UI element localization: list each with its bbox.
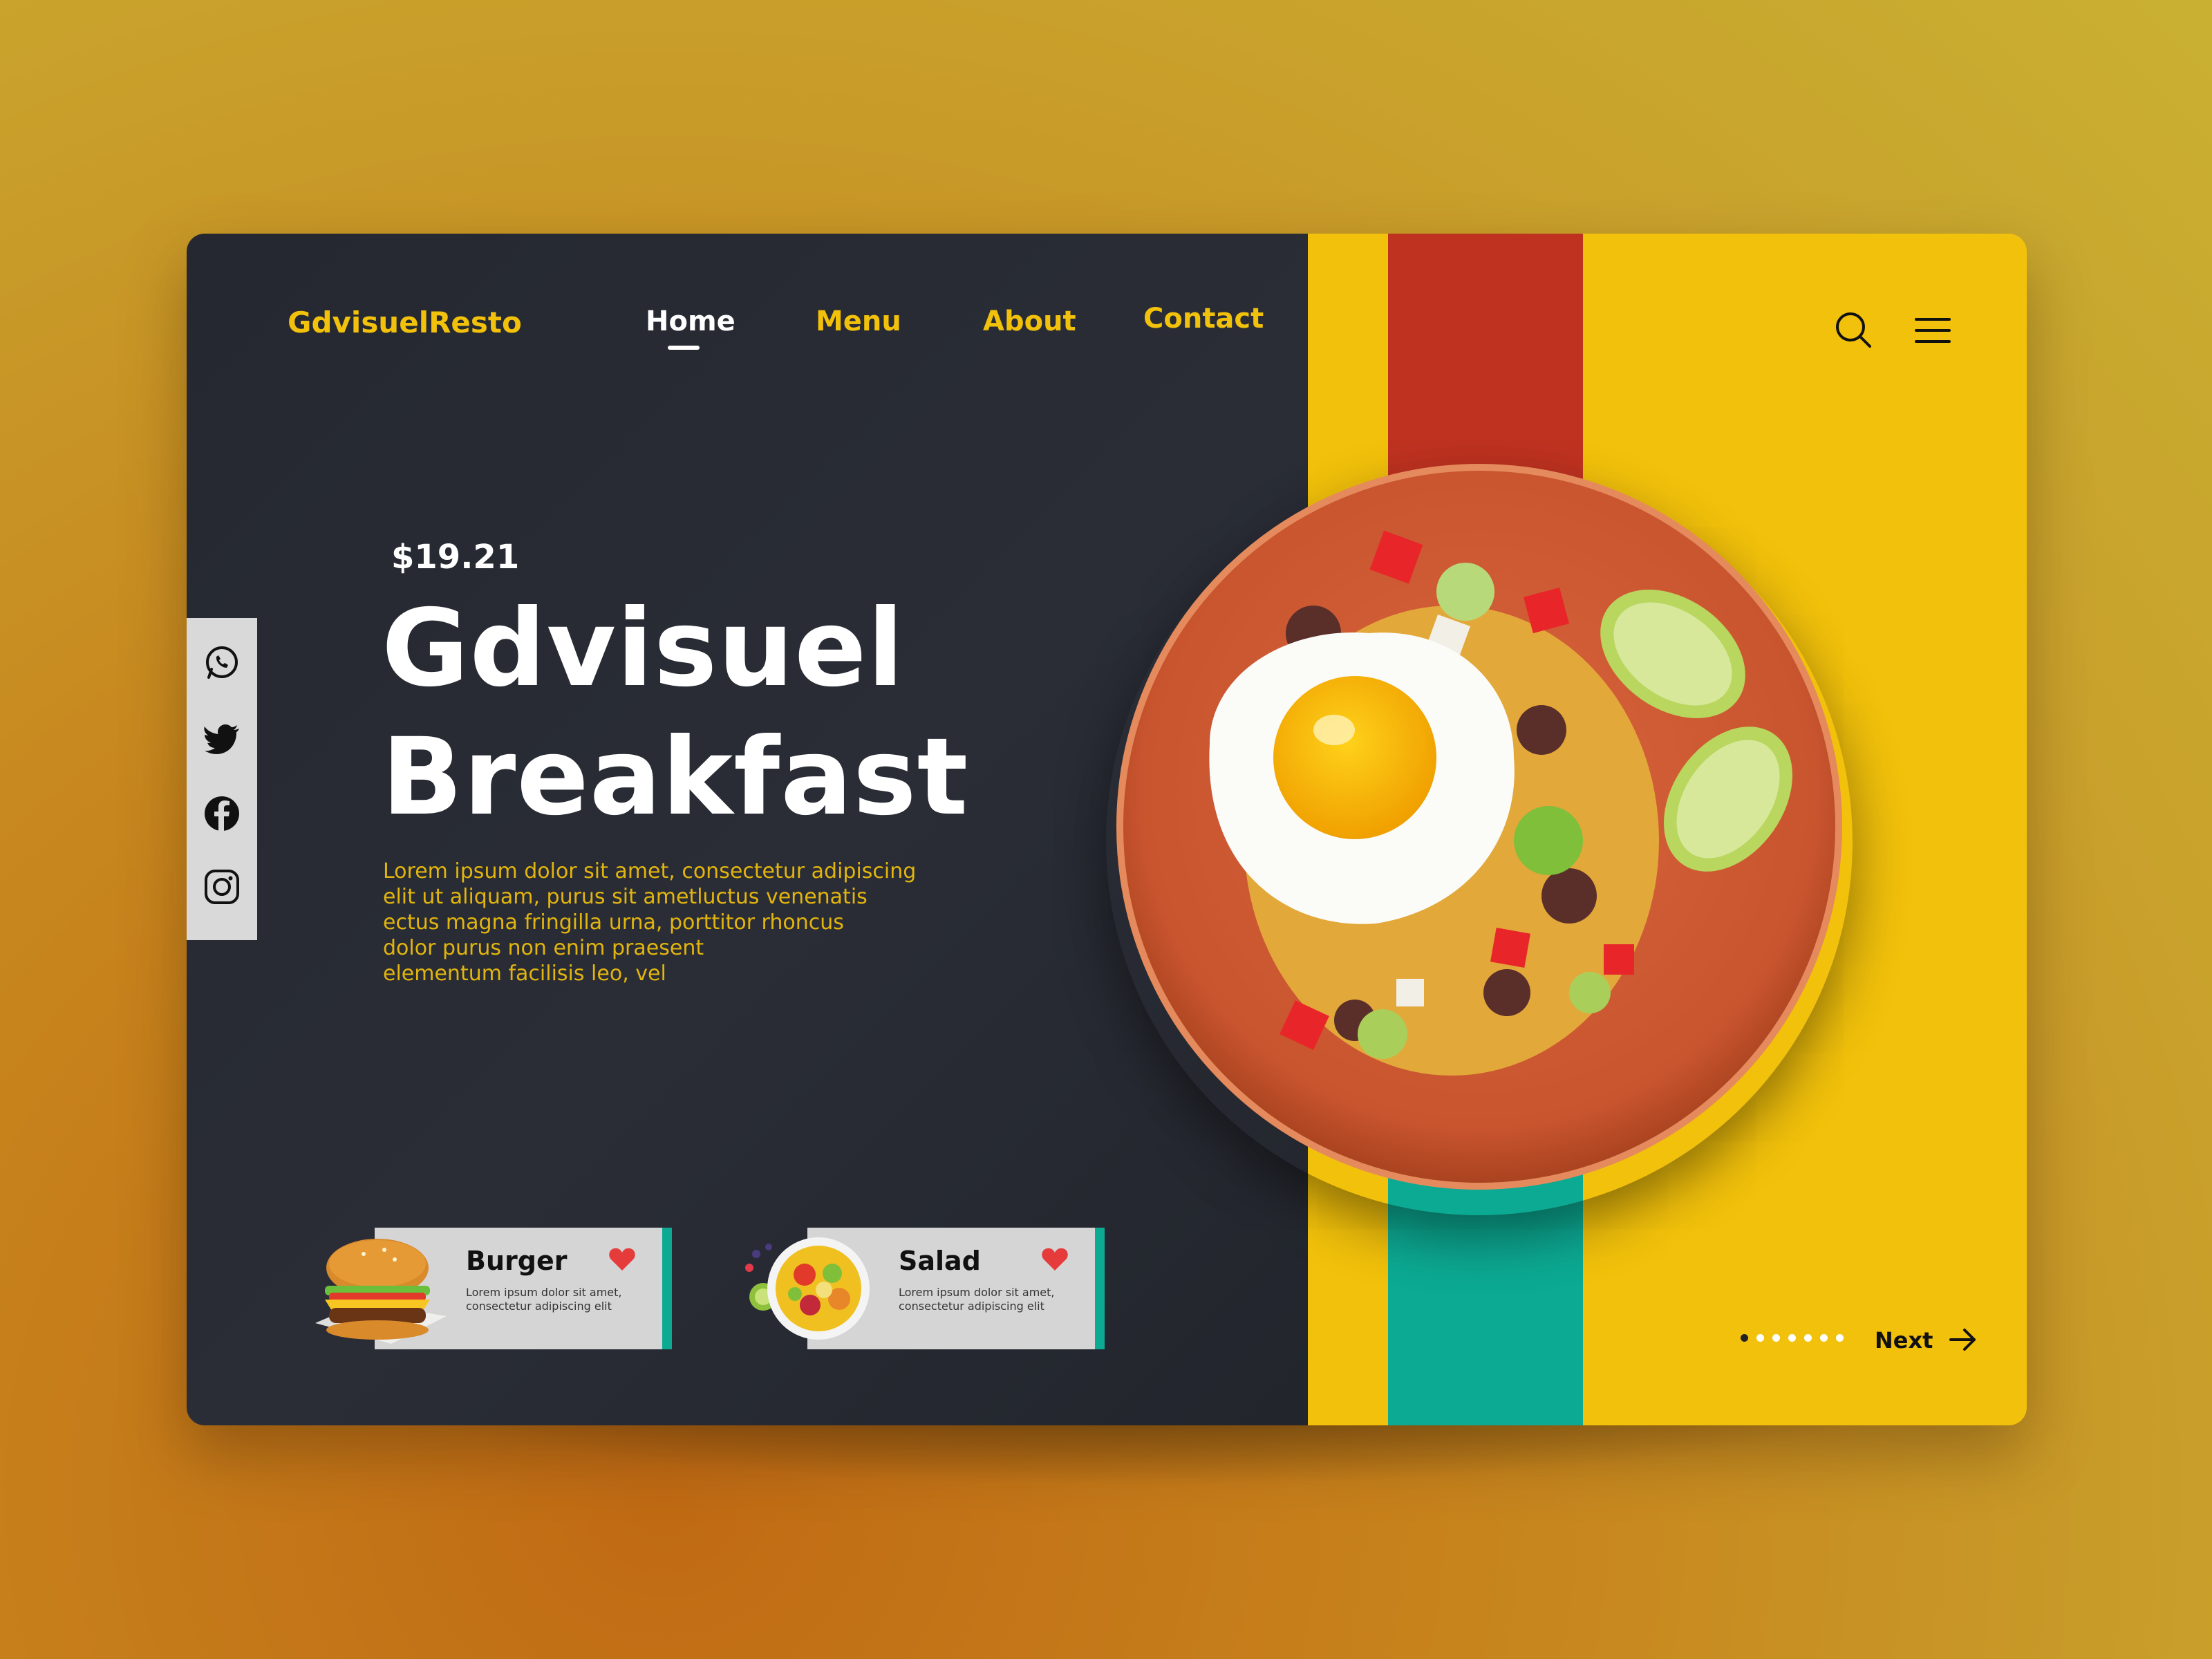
facebook-icon[interactable]: [203, 795, 241, 832]
landing-page-frame: GdvisuelResto Home Menu About Contact $1…: [187, 234, 2027, 1425]
nav-home[interactable]: Home: [646, 306, 735, 337]
burger-image: [315, 1239, 447, 1344]
pagination-dot[interactable]: [1820, 1334, 1828, 1342]
nav-menu[interactable]: Menu: [816, 306, 901, 337]
twitter-icon[interactable]: [203, 720, 241, 758]
brand-logo[interactable]: GdvisuelResto: [288, 306, 522, 339]
pagination-dot[interactable]: [1788, 1334, 1796, 1342]
favorite-heart-icon[interactable]: [1041, 1247, 1069, 1272]
breakfast-plate-image: [1116, 464, 1842, 1190]
pagination-dot[interactable]: [1756, 1334, 1764, 1342]
card-description: Lorem ipsum dolor sit amet, consectetur …: [899, 1286, 1055, 1313]
card-title: Salad: [899, 1246, 981, 1276]
favorite-heart-icon[interactable]: [608, 1247, 636, 1272]
nav-contact[interactable]: Contact: [1143, 303, 1264, 335]
whatsapp-icon[interactable]: [203, 644, 241, 682]
hamburger-menu-icon[interactable]: [1912, 310, 1953, 351]
pagination-dot[interactable]: [1804, 1334, 1812, 1342]
card-description: Lorem ipsum dolor sit amet, consectetur …: [466, 1286, 622, 1313]
search-icon[interactable]: [1833, 310, 1875, 351]
pagination-dot[interactable]: [1741, 1334, 1748, 1342]
hero-title-line2: Breakfast: [382, 715, 969, 839]
card-title: Burger: [466, 1246, 568, 1276]
nav-home-underline: [668, 346, 700, 350]
pagination-dot[interactable]: [1772, 1334, 1780, 1342]
arrow-right-icon[interactable]: [1948, 1326, 1978, 1353]
next-button-label[interactable]: Next: [1875, 1327, 1933, 1353]
hero-title: Gdvisuel Breakfast: [382, 585, 1004, 842]
instagram-icon[interactable]: [203, 868, 241, 906]
hero-description: Lorem ipsum dolor sit amet, consectetur …: [383, 859, 917, 986]
hero-title-line1: Gdvisuel: [382, 587, 905, 711]
hero-price: $19.21: [391, 538, 520, 577]
social-sidebar: [187, 618, 257, 940]
nav-about[interactable]: About: [983, 306, 1076, 337]
salad-image: [745, 1237, 870, 1340]
pagination-dot[interactable]: [1836, 1334, 1844, 1342]
